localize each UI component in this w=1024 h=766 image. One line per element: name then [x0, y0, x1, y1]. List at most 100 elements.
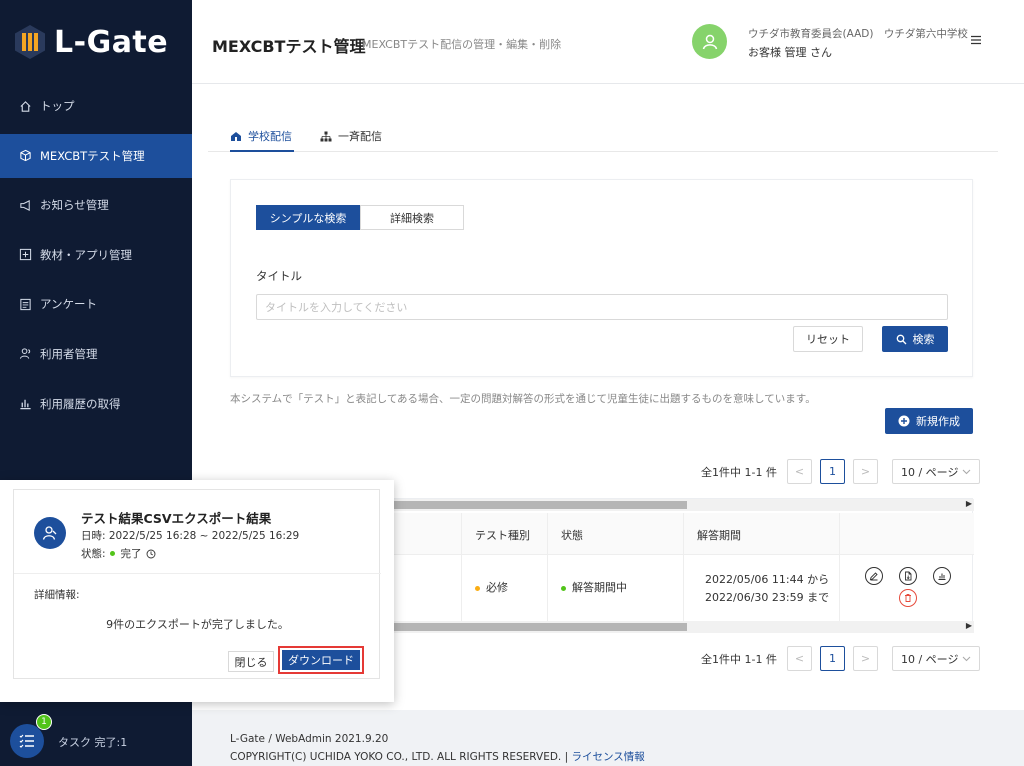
school-icon [230, 131, 242, 142]
detail-message: 9件のエクスポートが完了しました。 [106, 618, 289, 631]
sidebar-item-history[interactable]: 利用履歴の取得 [0, 382, 192, 426]
column-divider [547, 513, 548, 621]
sidebar-item-top[interactable]: トップ [0, 84, 192, 128]
column-divider [839, 513, 840, 621]
status-dot [561, 585, 566, 591]
footer: L-Gate / WebAdmin 2021.9.20 COPYRIGHT(C)… [192, 710, 1024, 766]
cube-icon [18, 149, 32, 163]
period-end: 2022/06/30 23:59 まで [705, 591, 830, 604]
detail-search-button[interactable]: 詳細検索 [360, 205, 464, 230]
next-page-button[interactable]: > [852, 459, 878, 484]
pagination-total: 全1件中 1-1 件 [701, 465, 777, 479]
tab-bulk-delivery[interactable]: 一斉配信 [320, 128, 382, 144]
pagination-bottom: 全1件中 1-1 件 < 1 > 10 / ページ [701, 646, 980, 671]
page-size-select[interactable]: 10 / ページ [891, 459, 980, 484]
status-dot [109, 551, 115, 556]
page-1-button[interactable]: 1 [819, 459, 845, 484]
search-icon [896, 334, 907, 345]
page-title: MEXCBTテスト管理 [212, 37, 366, 56]
sidebar-item-label: お知らせ管理 [40, 198, 109, 213]
sidebar-item-survey[interactable]: アンケート [0, 282, 192, 326]
status-value: 完了 [120, 548, 142, 560]
popup-header: テスト結果CSVエクスポート結果 日時: 2022/5/25 16:28 ~ 2… [14, 490, 381, 574]
type-value: 必修 [486, 581, 508, 594]
title-search-input[interactable] [256, 294, 948, 320]
popup-date: 日時: 2022/5/25 16:28 ~ 2022/5/25 16:29 [81, 530, 300, 542]
chevron-down-icon [962, 652, 971, 665]
next-page-button[interactable]: > [852, 646, 878, 671]
column-divider [461, 513, 462, 621]
popup-status: 状態: 完了 [81, 546, 156, 561]
user-name: お客様 管理 さん [748, 46, 832, 59]
simple-search-button[interactable]: シンプルな検索 [256, 205, 360, 230]
download-button[interactable]: ダウンロード [282, 650, 360, 670]
license-link[interactable]: ライセンス情報 [572, 751, 645, 763]
page-1-button[interactable]: 1 [819, 646, 845, 671]
user-icon [702, 34, 717, 49]
sidebar-item-label: トップ [40, 99, 75, 113]
task-status-label: タスク 完了:1 [58, 736, 128, 749]
form-icon [18, 297, 32, 311]
sidebar-item-mexcbt[interactable]: MEXCBTテスト管理 [0, 133, 192, 178]
status-cell: 解答期間中 [561, 579, 627, 595]
delete-icon[interactable] [899, 589, 917, 607]
copyright-label: COPYRIGHT(C) UCHIDA YOKO CO., LTD. ALL R… [230, 751, 572, 763]
task-count-badge: 1 [36, 714, 52, 730]
sitemap-icon [320, 131, 332, 142]
title-field-label: タイトル [256, 269, 302, 283]
logo[interactable]: L-Gate [0, 0, 192, 84]
copyright-text: COPYRIGHT(C) UCHIDA YOKO CO., LTD. ALL R… [230, 749, 645, 764]
chart-icon[interactable] [933, 567, 951, 585]
users-icon [18, 347, 32, 361]
scroll-right-icon[interactable]: ▶ [966, 499, 972, 508]
type-cell: 必修 [475, 579, 508, 595]
prev-page-button[interactable]: < [786, 646, 812, 671]
version-text: L-Gate / WebAdmin 2021.9.20 [230, 733, 389, 745]
sidebar-item-label: 利用者管理 [40, 346, 98, 361]
column-divider [683, 513, 684, 621]
bar-chart-icon [18, 397, 32, 411]
sidebar-item-users[interactable]: 利用者管理 [0, 332, 192, 376]
column-header-status: 状態 [561, 529, 583, 542]
status-value: 解答期間中 [572, 581, 627, 594]
search-mode-toggle: シンプルな検索 詳細検索 [256, 205, 464, 230]
task-list-icon[interactable] [10, 724, 44, 758]
task-status[interactable]: 1 タスク 完了:1 [0, 710, 192, 766]
tab-school-delivery[interactable]: 学校配信 [230, 128, 292, 144]
prev-page-button[interactable]: < [786, 459, 812, 484]
hamburger-menu-icon[interactable] [970, 34, 984, 48]
create-new-label: 新規作成 [916, 415, 960, 428]
create-new-button[interactable]: 新規作成 [885, 408, 973, 434]
page-size-select[interactable]: 10 / ページ [891, 646, 980, 671]
sidebar-item-label: MEXCBTテスト管理 [40, 148, 145, 163]
status-dot [475, 585, 480, 591]
logo-text: L-Gate [54, 24, 169, 60]
page-size-value: 10 / ページ [900, 652, 959, 666]
close-button[interactable]: 閉じる [228, 651, 274, 672]
page-subtitle: MEXCBTテスト配信の管理・編集・削除 [362, 38, 562, 51]
scroll-right-icon[interactable]: ▶ [966, 621, 972, 630]
sidebar-nav: トップ MEXCBTテスト管理 お知らせ管理 教材・アプリ管理 アンケート 利用… [0, 84, 192, 426]
export-file-icon[interactable] [899, 567, 917, 585]
system-notice: 本システムで「テスト」と表記してある場合、一定の問題対解答の形式を通じて児童生徒… [230, 393, 816, 405]
download-button-highlight[interactable]: ダウンロード [278, 646, 364, 674]
sidebar-item-label: 教材・アプリ管理 [40, 247, 132, 262]
chevron-down-icon [962, 465, 971, 478]
column-header-type: テスト種別 [475, 529, 530, 542]
search-button[interactable]: 検索 [882, 326, 948, 352]
clock-icon [146, 549, 156, 559]
sidebar-item-notices[interactable]: お知らせ管理 [0, 183, 192, 227]
avatar[interactable] [692, 24, 727, 59]
plus-circle-icon [898, 415, 910, 427]
megaphone-icon [18, 198, 32, 212]
edit-icon[interactable] [865, 567, 883, 585]
plus-square-icon [18, 248, 32, 262]
sidebar-item-label: アンケート [40, 297, 98, 312]
export-result-card: テスト結果CSVエクスポート結果 日時: 2022/5/25 16:28 ~ 2… [13, 489, 381, 679]
tab-label: 一斉配信 [338, 130, 382, 143]
reset-button[interactable]: リセット [793, 326, 863, 352]
tab-bar: 学校配信 一斉配信 [208, 120, 998, 152]
period-start: 2022/05/06 11:44 から [705, 573, 830, 586]
pagination-total: 全1件中 1-1 件 [701, 652, 777, 666]
sidebar-item-materials[interactable]: 教材・アプリ管理 [0, 233, 192, 277]
